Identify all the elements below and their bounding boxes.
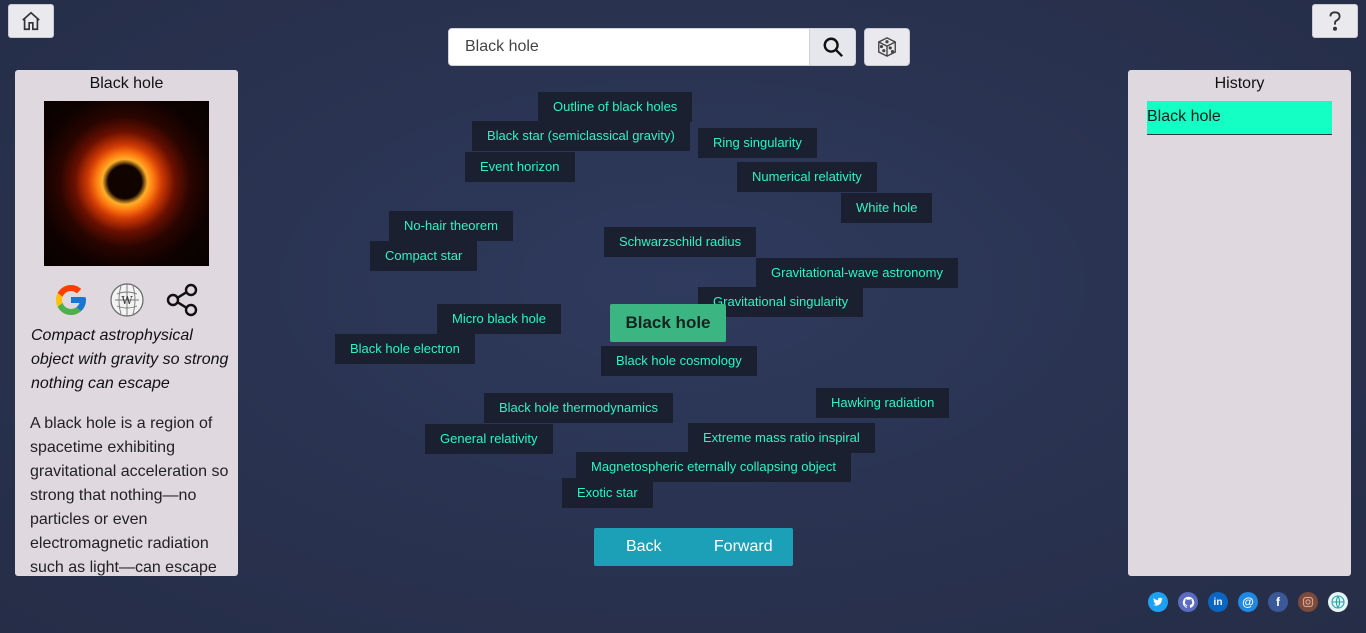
history-panel: History Black hole: [1128, 70, 1351, 576]
home-icon: [22, 11, 40, 31]
help-button[interactable]: [1312, 4, 1358, 38]
github-icon[interactable]: [1178, 592, 1198, 612]
google-icon[interactable]: [53, 282, 89, 318]
article-body: A black hole is a region of spacetime ex…: [30, 415, 229, 576]
article-links: W: [15, 282, 238, 318]
wikipedia-icon[interactable]: W: [109, 282, 145, 318]
related-node[interactable]: Numerical relativity: [737, 162, 877, 192]
facebook-icon[interactable]: f: [1268, 592, 1288, 612]
related-node[interactable]: White hole: [841, 193, 933, 223]
history-item[interactable]: Black hole: [1147, 101, 1332, 135]
home-button[interactable]: [8, 4, 54, 38]
related-node[interactable]: Hawking radiation: [816, 388, 950, 418]
related-node[interactable]: Schwarzschild radius: [604, 227, 757, 257]
twitter-icon[interactable]: [1148, 592, 1168, 612]
linkedin-icon[interactable]: in: [1208, 592, 1228, 612]
share-icon[interactable]: [165, 282, 201, 318]
instagram-icon[interactable]: [1298, 592, 1318, 612]
article-title: Black hole: [89, 75, 164, 92]
related-node[interactable]: Black star (semiclassical gravity): [472, 121, 690, 151]
related-node[interactable]: Event horizon: [465, 152, 575, 182]
related-node[interactable]: Black hole electron: [335, 334, 475, 364]
search-button[interactable]: [809, 29, 855, 65]
current-topic-node[interactable]: Black hole: [610, 304, 726, 342]
related-node[interactable]: Gravitational-wave astronomy: [756, 258, 958, 288]
help-icon: [1329, 11, 1341, 31]
history-navigation: Back Forward: [594, 528, 793, 566]
history-title: History: [1214, 75, 1265, 92]
related-node[interactable]: Black hole thermodynamics: [484, 393, 673, 423]
search-input[interactable]: [449, 29, 809, 65]
related-node[interactable]: General relativity: [425, 424, 553, 454]
dice-icon: [878, 37, 896, 57]
forward-button[interactable]: Forward: [694, 528, 794, 566]
related-node[interactable]: No-hair theorem: [389, 211, 513, 241]
website-icon[interactable]: [1328, 592, 1348, 612]
random-button[interactable]: [864, 28, 910, 66]
svg-text:W: W: [121, 294, 133, 307]
article-image: [44, 101, 209, 266]
related-node[interactable]: Ring singularity: [698, 128, 817, 158]
related-node[interactable]: Micro black hole: [437, 304, 561, 334]
search-bar: [448, 28, 856, 66]
related-node[interactable]: Outline of black holes: [538, 92, 693, 122]
social-links: in @ f: [1148, 592, 1348, 612]
related-node[interactable]: Black hole cosmology: [601, 346, 757, 376]
related-node[interactable]: Exotic star: [562, 478, 653, 508]
article-summary: Compact astrophysical object with gravit…: [31, 327, 229, 392]
related-node[interactable]: Compact star: [370, 241, 478, 271]
back-button[interactable]: Back: [594, 528, 694, 566]
email-icon[interactable]: @: [1238, 592, 1258, 612]
related-node[interactable]: Extreme mass ratio inspiral: [688, 423, 875, 453]
search-icon: [823, 37, 843, 58]
article-panel: Black hole W Compact astrophysical objec…: [15, 70, 238, 576]
